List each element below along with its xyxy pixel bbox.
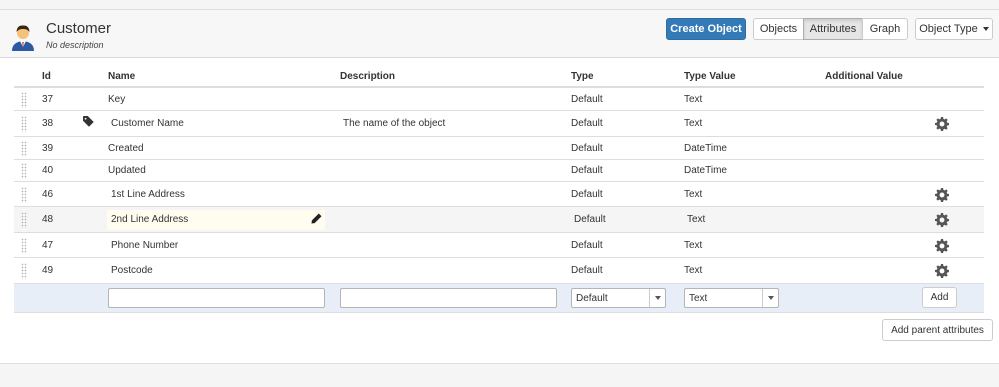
row-type: Default [574, 214, 606, 225]
drag-handle-icon[interactable] [21, 212, 27, 228]
tag-icon [83, 116, 94, 127]
row-name: Updated [108, 165, 146, 176]
page-footer [0, 363, 999, 387]
drag-handle-icon[interactable] [21, 116, 27, 132]
row-name: Created [108, 143, 144, 154]
object-type-label: Object Type [919, 23, 978, 35]
row-id: 37 [42, 94, 54, 105]
drag-handle-icon[interactable] [21, 92, 27, 108]
pencil-icon[interactable] [311, 213, 322, 224]
new-type-selected: Default [576, 292, 608, 304]
add-attribute-button[interactable]: Add [922, 287, 957, 308]
caret-down-icon [649, 289, 665, 307]
user-avatar-icon [12, 25, 34, 51]
row-name: Key [108, 94, 126, 105]
caret-down-icon [982, 27, 989, 31]
row-type-value: Text [687, 214, 706, 225]
row-type-value: Text [684, 265, 703, 276]
row-type-value: Text [684, 118, 703, 129]
row-type: Default [571, 240, 603, 251]
row-id: 39 [42, 143, 54, 154]
new-name-input[interactable] [108, 288, 325, 308]
row-type: Default [571, 143, 603, 154]
new-type-select[interactable]: Default [571, 288, 666, 308]
new-description-input[interactable] [340, 288, 557, 308]
gear-icon[interactable] [935, 188, 950, 202]
table-row[interactable]: 47 Phone Number Default Text [14, 233, 984, 258]
new-type-value-select[interactable]: Text [684, 288, 779, 308]
gear-icon[interactable] [935, 264, 950, 278]
row-name: Customer Name [111, 118, 184, 129]
row-name: Postcode [111, 265, 153, 276]
row-id: 38 [42, 118, 54, 129]
caret-down-icon [762, 289, 778, 307]
column-header-id: Id [42, 71, 51, 82]
create-object-button[interactable]: Create Object [666, 18, 746, 40]
row-id: 40 [42, 165, 54, 176]
row-id: 47 [42, 240, 54, 251]
row-type: Default [571, 94, 603, 105]
row-type-value: Text [684, 94, 703, 105]
table-row[interactable]: 37 Key Default Text [14, 88, 984, 111]
gear-icon[interactable] [935, 239, 950, 253]
row-name: 2nd Line Address [111, 214, 189, 225]
column-header-type-value: Type Value [684, 71, 736, 82]
row-type-value: Text [684, 189, 703, 200]
row-type: Default [571, 189, 603, 200]
top-bar [0, 0, 999, 10]
row-type-value: Text [684, 240, 703, 251]
add-parent-attributes-button[interactable]: Add parent attributes [882, 319, 993, 341]
table-row[interactable]: 48 2nd Line Address Default Text [14, 207, 984, 233]
row-type-value: DateTime [684, 143, 727, 154]
row-type-value: DateTime [684, 165, 727, 176]
row-description: The name of the object [343, 118, 446, 129]
table-row[interactable]: 39 Created Default DateTime [14, 137, 984, 160]
row-id: 48 [42, 214, 54, 225]
object-type-dropdown[interactable]: Object Type [915, 18, 993, 40]
add-attribute-row: Default Text Add [14, 284, 984, 313]
column-header-additional-value: Additional Value [825, 71, 903, 82]
table-row[interactable]: 40 Updated Default DateTime [14, 160, 984, 182]
table-row[interactable]: 38 Customer Name The name of the object Def… [14, 111, 984, 137]
column-header-type: Type [571, 71, 594, 82]
gear-icon[interactable] [935, 213, 950, 227]
drag-handle-icon[interactable] [21, 187, 27, 203]
row-name: Phone Number [111, 240, 179, 251]
drag-handle-icon[interactable] [21, 238, 27, 254]
column-header-name: Name [108, 71, 136, 82]
row-type: Default [571, 265, 603, 276]
row-type: Default [571, 165, 603, 176]
tab-attributes[interactable]: Attributes [803, 18, 863, 40]
column-header-description: Description [340, 71, 396, 82]
row-name: 1st Line Address [111, 189, 185, 200]
tab-objects[interactable]: Objects [753, 18, 804, 40]
tab-graph[interactable]: Graph [862, 18, 908, 40]
table-row[interactable]: 49 Postcode Default Text [14, 258, 984, 284]
page-subtitle: No description [46, 40, 104, 50]
row-type: Default [571, 118, 603, 129]
table-row[interactable]: 46 1st Line Address Default Text [14, 182, 984, 207]
drag-handle-icon[interactable] [21, 141, 27, 157]
page-header: Customer No description Create Object Ob… [0, 10, 999, 58]
gear-icon[interactable] [935, 117, 950, 131]
row-id: 49 [42, 265, 54, 276]
new-type-value-selected: Text [689, 292, 708, 304]
table-header: Id Name Description Type Type Value Addi… [14, 66, 984, 88]
drag-handle-icon[interactable] [21, 263, 27, 279]
row-id: 46 [42, 189, 54, 200]
drag-handle-icon[interactable] [21, 163, 27, 179]
page-title: Customer [46, 20, 112, 37]
